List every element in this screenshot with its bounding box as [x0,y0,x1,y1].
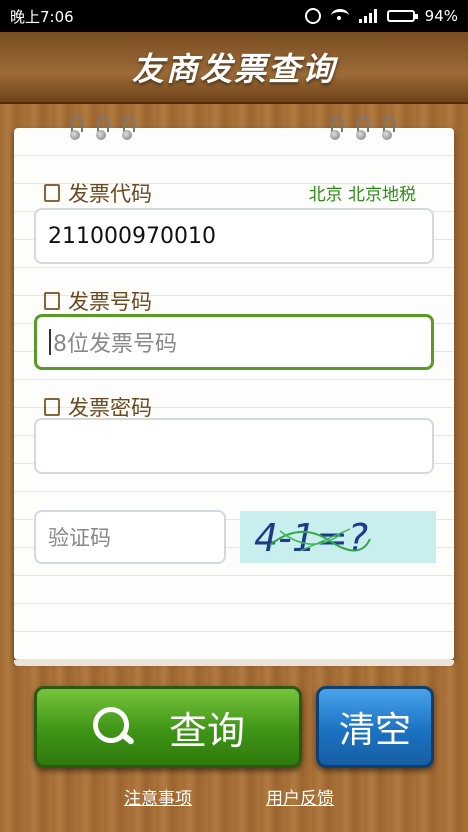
binder-ring-icon [330,116,343,140]
query-button[interactable]: 查询 [34,686,302,768]
binder-ring-icon [96,116,109,140]
captcha-text: 4-1=? [254,516,368,560]
notepad-edge [14,660,454,666]
captcha-image[interactable]: 4-1=? [240,511,436,563]
search-icon [91,705,135,749]
invoice-number-placeholder: 8位发票号码 [53,332,177,357]
invoice-password-input[interactable] [34,418,434,474]
wifi-icon [330,9,349,23]
battery-percent: 94% [424,7,458,25]
clear-button-label: 清空 [338,710,411,751]
invoice-code-input[interactable]: 211000970010 [34,208,434,264]
status-time: 晚上7:06 [10,7,74,26]
invoice-number-label: 发票号码 [68,290,152,314]
captcha-input[interactable]: 验证码 [34,510,226,564]
text-cursor [49,329,51,355]
query-button-label: 查询 [168,708,245,753]
clear-button[interactable]: 清空 [316,686,434,768]
battery-icon [386,10,418,22]
alarm-icon [304,8,321,24]
document-copy-icon [44,184,60,202]
region-label[interactable]: 北京 北京地税 [309,180,416,205]
feedback-link[interactable]: 用户反馈 [266,784,334,809]
binder-ring-icon [356,116,369,140]
status-icons: 94% [304,7,458,25]
invoice-code-value: 211000970010 [48,223,216,249]
signal-icon [358,9,377,23]
invoice-number-label-row: 发票号码 [44,286,152,316]
invoice-code-label: 发票代码 [68,182,152,206]
status-bar: 晚上7:06 94% [0,0,468,32]
captcha-placeholder: 验证码 [48,526,111,550]
captcha-graphic: 4-1=? [254,516,371,560]
invoice-code-label-row: 发票代码 [44,178,152,208]
binder-ring-icon [382,116,395,140]
edit-icon [44,398,60,416]
invoice-number-input[interactable]: 8位发票号码 [34,314,434,370]
binder-ring-icon [122,116,135,140]
binder-rings-left [70,116,135,140]
document-add-icon [44,292,60,310]
notice-link[interactable]: 注意事项 [124,784,192,809]
binder-rings-right [330,116,395,140]
page-title: 友商发票查询 [131,50,336,88]
binder-ring-icon [70,116,83,140]
app-header: 友商发票查询 [0,32,468,104]
